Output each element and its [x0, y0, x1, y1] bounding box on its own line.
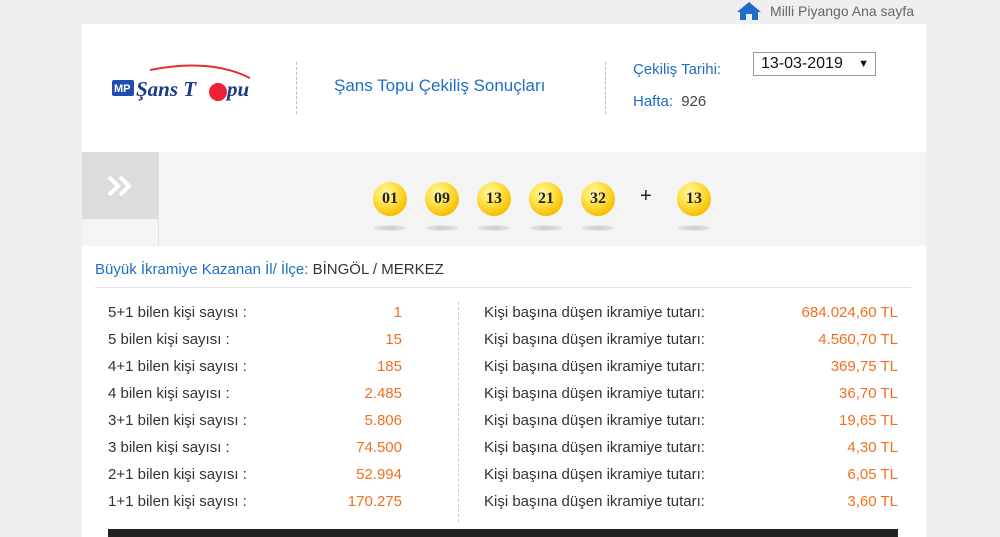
table-row: 5+1 bilen kişi sayısı : 1 Kişi başına dü…	[82, 304, 926, 331]
draw-date-label: Çekiliş Tarihi:	[633, 61, 722, 78]
prize-label: Kişi başına düşen ikramiye tutarı:	[484, 439, 705, 456]
prize-amount: 369,75 TL	[830, 358, 898, 375]
table-row: 4+1 bilen kişi sayısı : 185 Kişi başına …	[82, 358, 926, 385]
winner-count: 2.485	[364, 385, 402, 402]
table-row: 3+1 bilen kişi sayısı : 5.806 Kişi başın…	[82, 412, 926, 439]
section-divider	[95, 287, 911, 288]
home-link-label: Milli Piyango Ana sayfa	[770, 3, 914, 19]
drawn-ball: 13	[477, 182, 511, 216]
drawn-ball: 21	[529, 182, 563, 216]
table-row: 4 bilen kişi sayısı : 2.485 Kişi başına …	[82, 385, 926, 412]
winner-count: 1	[393, 304, 402, 321]
footer-bar	[108, 529, 898, 537]
table-row: 2+1 bilen kişi sayısı : 52.994 Kişi başı…	[82, 466, 926, 493]
ball-shadow	[425, 225, 459, 231]
prize-label: Kişi başına düşen ikramiye tutarı:	[484, 304, 705, 321]
match-label: 3+1 bilen kişi sayısı :	[108, 412, 247, 429]
winner-count: 52.994	[356, 466, 402, 483]
ball-shadow	[581, 225, 615, 231]
home-link[interactable]: Milli Piyango Ana sayfa	[736, 0, 914, 22]
prize-amount: 4,30 TL	[847, 439, 898, 456]
svg-text:Şans T: Şans T	[136, 77, 197, 101]
draw-numbers-band: 01 09 13 21 32 + 13	[82, 152, 926, 246]
winner-count: 5.806	[364, 412, 402, 429]
match-label: 2+1 bilen kişi sayısı :	[108, 466, 247, 483]
ball-shadow	[477, 225, 511, 231]
prize-amount: 36,70 TL	[839, 385, 898, 402]
winner-count: 74.500	[356, 439, 402, 456]
match-label: 4+1 bilen kişi sayısı :	[108, 358, 247, 375]
draw-date-select[interactable]: 13-03-2019 ▼	[753, 52, 876, 76]
svg-text:MP: MP	[114, 83, 131, 95]
page-title: Şans Topu Çekiliş Sonuçları	[334, 76, 546, 95]
jackpot-location: Büyük İkramiye Kazanan İl/ İlçe: BİNGÖL …	[95, 261, 444, 278]
prize-amount: 4.560,70 TL	[818, 331, 898, 348]
dropdown-caret-icon: ▼	[858, 58, 869, 70]
ball-shadow	[373, 225, 407, 231]
sans-topu-logo: MP Şans T pu	[112, 64, 251, 101]
jackpot-location-value: BİNGÖL / MERKEZ	[312, 261, 444, 278]
winner-count: 170.275	[347, 493, 402, 510]
winner-count: 185	[376, 358, 402, 375]
match-label: 1+1 bilen kişi sayısı :	[108, 493, 247, 510]
prize-label: Kişi başına düşen ikramiye tutarı:	[484, 466, 705, 483]
header-divider	[605, 62, 606, 114]
prize-label: Kişi başına düşen ikramiye tutarı:	[484, 358, 705, 375]
match-label: 5+1 bilen kişi sayısı :	[108, 304, 247, 321]
drawn-ball: 32	[581, 182, 615, 216]
prize-label: Kişi başına düşen ikramiye tutarı:	[484, 331, 705, 348]
drawn-ball: 09	[425, 182, 459, 216]
week-label: Hafta:	[633, 93, 674, 110]
week-value: 926	[681, 93, 707, 110]
table-row: 3 bilen kişi sayısı : 74.500 Kişi başına…	[82, 439, 926, 466]
svg-text:pu: pu	[225, 77, 249, 101]
match-label: 4 bilen kişi sayısı :	[108, 385, 230, 402]
week-info: Hafta: 926	[633, 93, 706, 110]
table-row: 5 bilen kişi sayısı : 15 Kişi başına düş…	[82, 331, 926, 358]
prize-amount: 684.024,60 TL	[801, 304, 898, 321]
results-header: MP Şans T pu Şans Topu Çekiliş Sonuçları…	[82, 24, 926, 152]
prize-label: Kişi başına düşen ikramiye tutarı:	[484, 493, 705, 510]
draw-date-value: 13-03-2019	[761, 55, 843, 72]
bonus-ball: 13	[677, 182, 711, 216]
table-row: 1+1 bilen kişi sayısı : 170.275 Kişi baş…	[82, 493, 926, 520]
ball-shadow	[529, 225, 563, 231]
prize-amount: 3,60 TL	[847, 493, 898, 510]
home-icon	[737, 2, 762, 20]
plus-sign: +	[640, 185, 652, 207]
ball-shadow	[677, 225, 711, 231]
prize-amount: 19,65 TL	[839, 412, 898, 429]
header-divider	[296, 62, 297, 114]
jackpot-location-label: Büyük İkramiye Kazanan İl/ İlçe:	[95, 261, 309, 278]
match-label: 3 bilen kişi sayısı :	[108, 439, 230, 456]
prize-amount: 6,05 TL	[847, 466, 898, 483]
match-label: 5 bilen kişi sayısı :	[108, 331, 230, 348]
prize-label: Kişi başına düşen ikramiye tutarı:	[484, 385, 705, 402]
winner-count: 15	[385, 331, 402, 348]
prize-label: Kişi başına düşen ikramiye tutarı:	[484, 412, 705, 429]
results-card: MP Şans T pu Şans Topu Çekiliş Sonuçları…	[82, 24, 926, 537]
drawn-ball: 01	[373, 182, 407, 216]
drawn-balls: 01 09 13 21 32 + 13	[82, 178, 926, 238]
